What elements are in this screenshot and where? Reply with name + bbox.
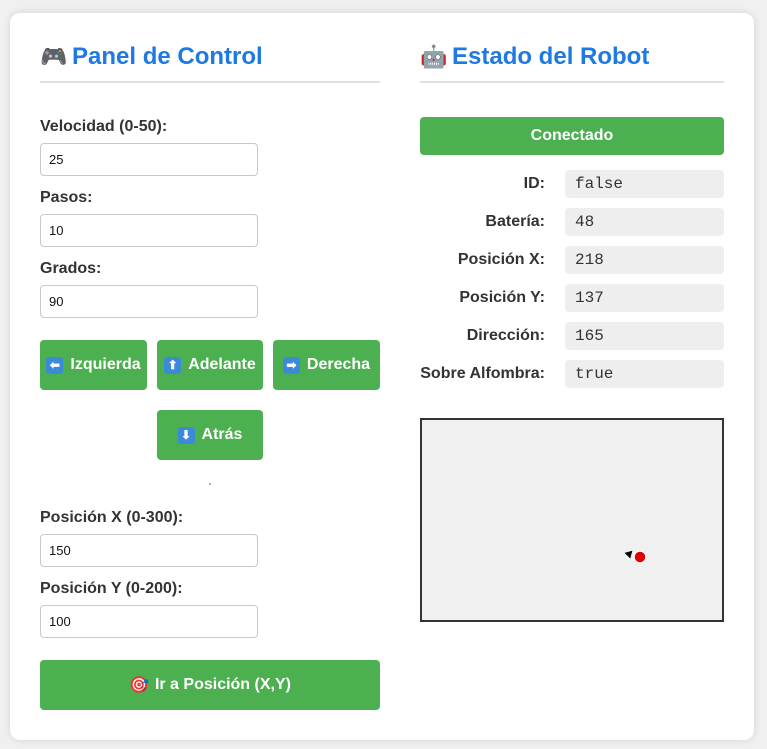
steps-input[interactable] — [40, 214, 258, 247]
control-panel: 🎮Panel de Control Velocidad (0-50): Paso… — [40, 13, 380, 710]
speed-label: Velocidad (0-50): — [40, 118, 168, 135]
robot-map-canvas — [420, 418, 724, 622]
info-value: 48 — [565, 208, 724, 236]
control-panel-title: 🎮 Panel de Control — [40, 42, 380, 83]
info-row-id: ID: false — [420, 170, 724, 198]
info-key: Dirección: — [466, 327, 545, 344]
right-button[interactable]: ➡ Derecha — [273, 340, 380, 390]
info-key: ID: — [523, 175, 545, 192]
info-row-battery: Batería: 48 — [420, 208, 724, 236]
info-row-pos-y: Posición Y: 137 — [420, 284, 724, 312]
left-button[interactable]: ⬅ Izquierda — [40, 340, 147, 390]
pos-y-label: Posición Y (0-200): — [40, 580, 183, 597]
goto-position-button[interactable]: 🎯 Ir a Posición (X,Y) — [40, 660, 380, 710]
steps-field: Pasos: — [40, 187, 258, 247]
info-value: 165 — [565, 322, 724, 350]
arrow-down-icon: ⬇ — [177, 426, 195, 444]
info-key: Batería: — [485, 213, 545, 230]
pos-x-label: Posición X (0-300): — [40, 509, 184, 526]
pos-x-field: Posición X (0-300): — [40, 507, 258, 567]
info-key: Posición X: — [457, 251, 545, 268]
robot-status-title: 🤖 Estado del Robot — [420, 42, 724, 83]
robot-status-panel: 🤖 Estado del Robot Conectado ID: false Ba… — [420, 13, 724, 622]
degrees-label: Grados: — [40, 260, 102, 277]
forward-button[interactable]: ⬆ Adelante — [157, 340, 263, 390]
steps-label: Pasos: — [40, 189, 93, 206]
gamepad-icon: 🎮 — [40, 44, 68, 69]
arrow-left-icon: ⬅ — [46, 356, 64, 374]
info-key: Posición Y: — [459, 289, 545, 306]
speed-input[interactable] — [40, 143, 258, 176]
arrow-right-icon: ➡ — [282, 356, 300, 374]
target-icon: 🎯 — [129, 677, 149, 694]
robot-icon: 🤖 — [420, 44, 448, 69]
info-value: 218 — [565, 246, 724, 274]
robot-map-svg — [624, 550, 647, 564]
pos-y-input[interactable] — [40, 605, 258, 638]
info-value: 137 — [565, 284, 724, 312]
connection-status-badge: Conectado — [420, 117, 724, 155]
info-row-direction: Dirección: 165 — [420, 322, 724, 350]
robot-marker — [633, 550, 647, 564]
info-key: Sobre Alfombra: — [420, 365, 545, 382]
main-card: 🎮Panel de Control Velocidad (0-50): Paso… — [10, 13, 754, 740]
info-row-pos-x: Posición X: 218 — [420, 246, 724, 274]
info-value: true — [565, 360, 724, 388]
degrees-field: Grados: — [40, 258, 258, 318]
robot-heading-arrow — [624, 550, 633, 559]
arrow-up-icon: ⬆ — [164, 356, 182, 374]
info-value: false — [565, 170, 724, 198]
degrees-input[interactable] — [40, 285, 258, 318]
info-row-on-carpet: Sobre Alfombra: true — [420, 360, 724, 388]
pos-y-field: Posición Y (0-200): — [40, 578, 258, 638]
pos-x-input[interactable] — [40, 534, 258, 567]
divider-dot — [209, 483, 211, 485]
back-button[interactable]: ⬇ Atrás — [157, 410, 263, 460]
speed-field: Velocidad (0-50): — [40, 116, 258, 176]
